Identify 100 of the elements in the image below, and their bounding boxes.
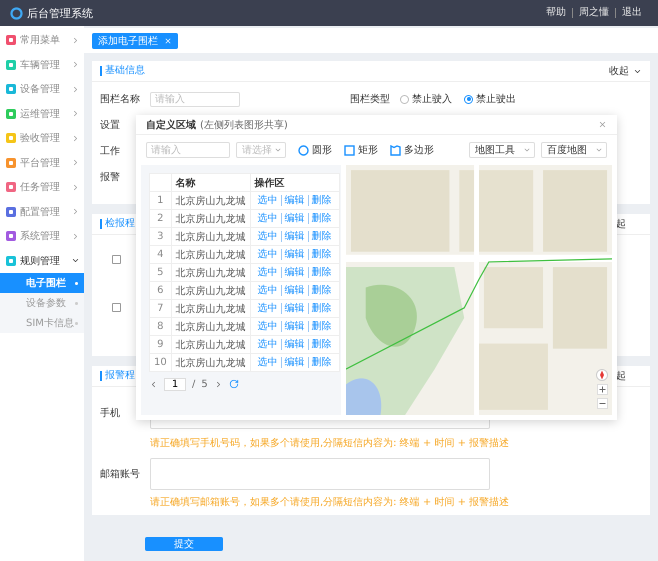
sidebar-item[interactable]: 验收管理 — [0, 126, 84, 150]
collapse-toggle[interactable]: 起 — [616, 369, 626, 383]
column-header: 名称 — [171, 174, 250, 192]
sidebar-item[interactable]: 设备管理 — [0, 77, 84, 102]
radio-option[interactable]: 禁止驶入 — [400, 92, 452, 106]
shape-option[interactable]: 圆形 — [298, 143, 332, 157]
table-cell: 北京房山九龙城 — [171, 228, 250, 246]
action-link[interactable]: 编辑 — [280, 213, 308, 224]
page-separator: / — [192, 378, 196, 390]
sidebar-item[interactable]: 运维管理 — [0, 102, 84, 126]
refresh-icon[interactable] — [228, 379, 239, 389]
page-input[interactable]: 1 — [164, 378, 186, 390]
menu-label: 系统管理 — [20, 230, 61, 244]
action-link[interactable]: 删除 — [308, 303, 335, 314]
submenu-item[interactable]: SIM卡信息 — [0, 313, 84, 333]
radio-option[interactable]: 禁止驶出 — [464, 92, 516, 106]
menu-label: 设备管理 — [20, 83, 61, 96]
submit-button[interactable]: 提交 — [145, 537, 223, 551]
tab[interactable]: 添加电子围栏 — [92, 32, 178, 48]
action-link[interactable]: 选中 — [254, 339, 281, 350]
shape-option[interactable]: 矩形 — [344, 143, 378, 157]
action-link[interactable]: 选中 — [254, 321, 281, 332]
map-type-select[interactable]: 百度地图 — [541, 142, 607, 158]
sidebar-item[interactable]: 配置管理 — [0, 200, 84, 224]
app-title: 后台管理系统 — [27, 6, 93, 20]
checkbox[interactable] — [112, 302, 121, 312]
table-cell: 北京房山九龙城 — [171, 210, 250, 228]
dialog-subtitle: (左侧列表图形共享) — [200, 118, 288, 132]
sidebar-item[interactable]: 系统管理 — [0, 224, 84, 248]
sidebar-item[interactable]: 规则管理 — [0, 248, 84, 273]
input-field[interactable]: 请输入 — [150, 92, 240, 106]
action-link[interactable]: 选中 — [254, 267, 281, 278]
action-link[interactable]: 编辑 — [280, 267, 308, 278]
menu-label: 运维管理 — [20, 108, 61, 121]
zoom-out-button[interactable] — [596, 398, 608, 409]
sidebar-item[interactable]: 任务管理 — [0, 175, 84, 200]
action-link[interactable]: 编辑 — [280, 321, 308, 332]
checkbox[interactable] — [112, 254, 121, 264]
sidebar-item[interactable]: 常用菜单 — [0, 28, 84, 52]
action-link[interactable]: 选中 — [254, 195, 281, 206]
row-number: 8 — [150, 318, 172, 336]
action-link[interactable]: 编辑 — [280, 285, 308, 296]
menu-label: 配置管理 — [20, 206, 61, 219]
table-cell: 北京房山九龙城 — [171, 282, 250, 300]
hint-text: 请正确填写邮箱账号，如果多个请使用,分隔短信内容为: 终端 + 时间 + 报警描述 — [149, 496, 510, 509]
field-label: 报警 — [100, 170, 121, 184]
select-field[interactable]: 请选择 — [236, 142, 286, 158]
action-link[interactable]: 编辑 — [280, 195, 308, 206]
header-link[interactable]: 周之懂 — [572, 8, 615, 18]
action-link[interactable]: 删除 — [308, 285, 335, 296]
caret-icon — [274, 146, 282, 154]
action-link[interactable]: 编辑 — [280, 357, 308, 368]
logo-icon — [10, 6, 23, 20]
hint-text: 请正确填写手机号码，如果多个请使用,分隔短信内容为: 终端 + 时间 + 报警描述 — [149, 436, 510, 450]
field-label: 邮箱账号 — [100, 468, 141, 481]
action-link[interactable]: 编辑 — [280, 249, 308, 260]
square-icon — [344, 144, 355, 156]
close-icon[interactable] — [598, 120, 607, 129]
action-link[interactable]: 选中 — [254, 285, 281, 296]
sidebar-item[interactable]: 车辆管理 — [0, 52, 84, 77]
plus-icon — [598, 386, 606, 393]
menu-label: 验收管理 — [20, 132, 61, 146]
action-link[interactable]: 删除 — [308, 339, 335, 350]
close-icon — [164, 36, 172, 44]
collapse-toggle[interactable]: 收起 — [609, 64, 642, 78]
action-link[interactable]: 选中 — [254, 249, 281, 260]
action-link[interactable]: 选中 — [254, 231, 281, 242]
submenu-item[interactable]: 设备参数 — [0, 293, 84, 313]
submenu-item[interactable]: 电子围栏 — [0, 273, 84, 293]
search-field[interactable]: 请输入 — [146, 142, 230, 158]
header-link[interactable]: 退出 — [615, 8, 648, 18]
action-link[interactable]: 删除 — [308, 231, 335, 242]
row-number: 2 — [150, 210, 172, 228]
action-link[interactable]: 删除 — [308, 195, 335, 206]
action-link[interactable]: 选中 — [254, 213, 281, 224]
collapse-toggle[interactable]: 起 — [616, 217, 626, 231]
table-cell: 北京房山九龙城 — [171, 318, 250, 336]
action-link[interactable]: 删除 — [308, 357, 335, 368]
action-link[interactable]: 删除 — [308, 249, 335, 260]
action-link[interactable]: 编辑 — [280, 303, 308, 314]
map-tool-select[interactable]: 地图工具 — [469, 142, 535, 158]
sidebar-item[interactable]: 平台管理 — [0, 150, 84, 175]
action-link[interactable]: 选中 — [254, 357, 281, 368]
action-link[interactable]: 选中 — [254, 303, 281, 314]
action-link[interactable]: 删除 — [308, 321, 335, 332]
table-cell: 北京房山九龙城 — [171, 246, 250, 264]
field-label: 围栏类型 — [350, 92, 391, 106]
minus-icon — [598, 400, 606, 407]
action-link[interactable]: 编辑 — [280, 231, 308, 242]
dialog-title: 自定义区域 — [146, 118, 196, 132]
field-label: 手机 — [100, 406, 121, 420]
zoom-in-button[interactable] — [596, 384, 608, 395]
page-total: 5 — [201, 378, 208, 390]
circle-icon — [298, 144, 309, 156]
row-number: 3 — [150, 228, 172, 246]
header-link[interactable]: 帮助 — [540, 8, 572, 18]
action-link[interactable]: 删除 — [308, 213, 335, 224]
action-link[interactable]: 编辑 — [280, 339, 308, 350]
shape-option[interactable]: 多边形 — [390, 143, 434, 157]
action-link[interactable]: 删除 — [308, 267, 335, 278]
